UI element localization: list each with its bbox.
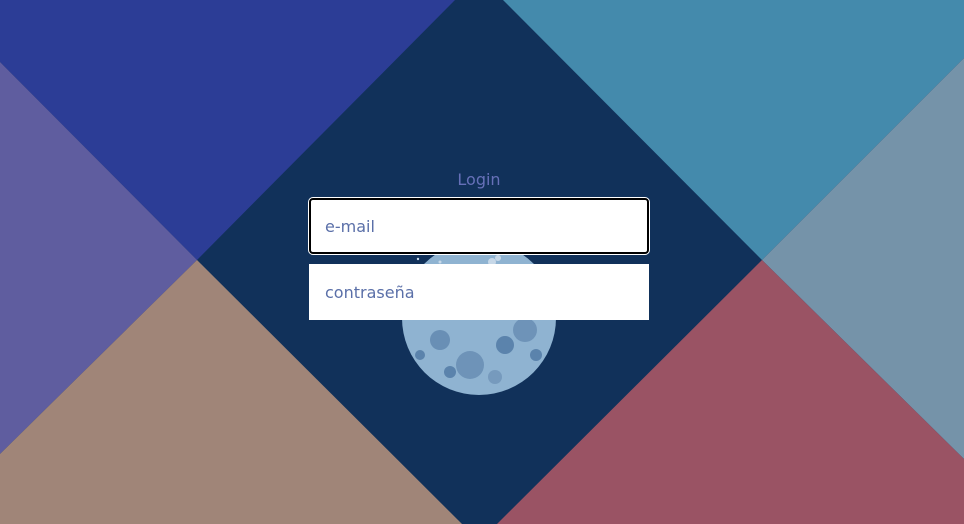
email-field[interactable] [309,198,649,254]
login-screen: Login [0,0,964,524]
background-graphic [0,0,964,524]
login-title: Login [457,170,501,189]
password-field[interactable] [309,264,649,320]
